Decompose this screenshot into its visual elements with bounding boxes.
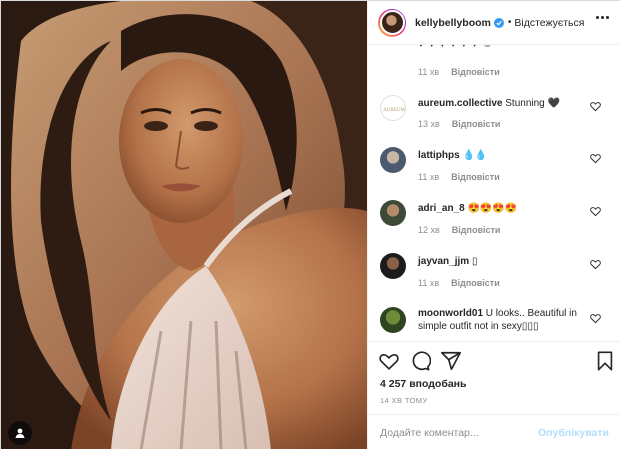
bookmark-icon[interactable] bbox=[594, 350, 616, 372]
comment-text: lattiphps 💧💧 bbox=[418, 149, 598, 162]
user-tags-button[interactable] bbox=[8, 421, 32, 445]
like-comment-heart-icon[interactable] bbox=[590, 206, 601, 217]
comment-avatar[interactable]: AUREUM bbox=[380, 95, 406, 121]
share-icon[interactable] bbox=[440, 350, 462, 372]
aureum-logo-icon: AUREUM bbox=[383, 108, 405, 113]
comment-composer: Опублікувати bbox=[368, 414, 620, 449]
comment-text: moonworld01 U looks.. Beautiful in simpl… bbox=[418, 307, 588, 333]
post-header: kellybellyboom • Відстежується bbox=[368, 1, 620, 45]
comment-time: 11 хв bbox=[418, 67, 440, 77]
truncated-caption: ♥ ♥ ♥ ♥ ♥ ♥ ☺ bbox=[418, 45, 494, 50]
heart-icon[interactable] bbox=[378, 350, 400, 372]
post-side-panel: kellybellyboom • Відстежується ♥ ♥ ♥ ♥ ♥… bbox=[367, 1, 620, 449]
comment-avatar[interactable] bbox=[380, 200, 406, 226]
comment-avatar[interactable] bbox=[380, 307, 406, 333]
comment-time: 13 хв bbox=[418, 119, 440, 129]
like-comment-heart-icon[interactable] bbox=[590, 313, 601, 324]
header-separator: • bbox=[507, 17, 512, 28]
comment-avatar[interactable] bbox=[380, 253, 406, 279]
comment-avatar[interactable] bbox=[380, 147, 406, 173]
photo-illustration bbox=[1, 1, 367, 449]
more-options-icon[interactable] bbox=[596, 16, 609, 19]
follow-status-button[interactable]: Відстежується bbox=[514, 17, 584, 29]
comment-text: jayvan_jjm ▯ bbox=[418, 255, 598, 268]
comment-username[interactable]: adri_an_8 bbox=[418, 203, 465, 214]
publish-comment-button[interactable]: Опублікувати bbox=[538, 427, 609, 439]
reply-button[interactable]: Відповісти bbox=[451, 172, 500, 182]
comment-content: 💧💧 bbox=[462, 150, 488, 161]
like-comment-heart-icon[interactable] bbox=[590, 259, 601, 270]
comment-meta: 11 хв Відповісти bbox=[418, 67, 500, 77]
reply-button[interactable]: Відповісти bbox=[451, 278, 500, 288]
comment-content: ▯ bbox=[471, 256, 478, 267]
author-avatar-image bbox=[379, 10, 405, 35]
comment-content: Stunning 🖤 bbox=[505, 98, 560, 109]
comment-username[interactable]: aureum.collective bbox=[418, 98, 502, 109]
reply-button[interactable]: Відповісти bbox=[452, 225, 501, 235]
comment-text: aureum.collective Stunning 🖤 bbox=[418, 97, 598, 110]
like-comment-heart-icon[interactable] bbox=[590, 101, 601, 112]
reply-button[interactable]: Відповісти bbox=[451, 67, 500, 77]
comment-username[interactable]: moonworld01 bbox=[418, 308, 483, 319]
svg-text:AUREUM: AUREUM bbox=[383, 108, 405, 113]
comment-time: 12 хв bbox=[418, 225, 440, 235]
person-icon bbox=[15, 428, 25, 438]
comment-meta: 11 хв Відповісти bbox=[418, 278, 500, 288]
comments-list: ♥ ♥ ♥ ♥ ♥ ♥ ☺ 11 хв Відповісти AUREUM au… bbox=[368, 45, 620, 341]
comment-icon[interactable] bbox=[409, 350, 431, 372]
comment-content: 😍😍😍😍 bbox=[467, 203, 518, 214]
like-comment-heart-icon[interactable] bbox=[590, 153, 601, 164]
author-avatar[interactable] bbox=[378, 8, 406, 37]
verified-badge-icon bbox=[493, 17, 504, 28]
comment-username[interactable]: lattiphps bbox=[418, 150, 460, 161]
comment-time: 11 хв bbox=[418, 172, 440, 182]
post-photo[interactable] bbox=[1, 1, 367, 449]
post-actions-bar bbox=[368, 341, 620, 379]
comment-text: adri_an_8 😍😍😍😍 bbox=[418, 202, 598, 215]
comment-time: 11 хв bbox=[418, 278, 440, 288]
likes-count[interactable]: 4 257 вподобань bbox=[380, 378, 466, 390]
author-username[interactable]: kellybellyboom bbox=[415, 17, 491, 29]
instagram-post-modal: kellybellyboom • Відстежується ♥ ♥ ♥ ♥ ♥… bbox=[0, 0, 620, 449]
comment-meta: 13 хв Відповісти bbox=[418, 119, 500, 129]
comment-username[interactable]: jayvan_jjm bbox=[418, 256, 469, 267]
comment-input[interactable] bbox=[380, 426, 538, 439]
reply-button[interactable]: Відповісти bbox=[452, 119, 501, 129]
comment-meta: 12 хв Відповісти bbox=[418, 225, 500, 235]
post-timestamp[interactable]: 14 хв тому bbox=[380, 396, 428, 405]
comment-meta: 11 хв Відповісти bbox=[418, 172, 500, 182]
